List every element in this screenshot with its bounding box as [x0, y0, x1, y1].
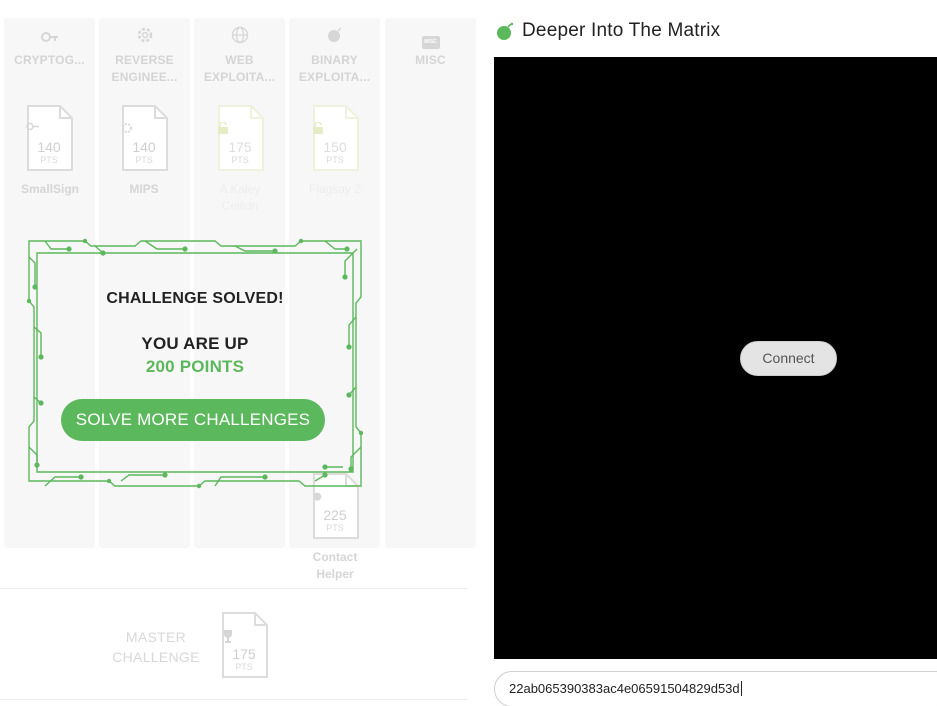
challenge-card[interactable]: 140 PTS: [118, 104, 170, 182]
challenge-header: Deeper Into The Matrix: [496, 18, 720, 44]
category-name: MISC: [415, 53, 446, 67]
category-column-misc[interactable]: MISC MISC: [385, 18, 476, 548]
challenge-name[interactable]: Flagsay 2: [287, 181, 383, 198]
challenge-points: 150: [323, 139, 347, 155]
bomb-icon: [497, 22, 514, 40]
challenge-points: 140: [132, 139, 156, 155]
misc-badge-icon: MISC: [385, 26, 476, 52]
challenge-points-unit: PTS: [326, 523, 344, 533]
challenge-name[interactable]: MIPS: [96, 181, 192, 198]
challenge-card[interactable]: 175 PTS: [214, 104, 266, 182]
challenge-solved-modal: CHALLENGE SOLVED! YOU ARE UP 200 POINTS …: [25, 237, 365, 490]
challenge-points-unit: PTS: [235, 662, 253, 672]
challenge-name[interactable]: SmallSign: [2, 181, 98, 198]
master-challenge-label: MASTER CHALLENGE: [112, 629, 200, 665]
modal-title: CHALLENGE SOLVED!: [106, 290, 284, 307]
challenge-name[interactable]: Contact Helper: [287, 549, 383, 583]
challenge-name[interactable]: A Kaley Ceilidh: [192, 181, 288, 215]
globe-icon: [194, 26, 285, 52]
flag-input[interactable]: 22ab065390383ac4e06591504829d53d: [494, 671, 937, 706]
solve-more-challenges-button[interactable]: SOLVE MORE CHALLENGES: [61, 399, 325, 441]
connect-button[interactable]: Connect: [740, 341, 837, 376]
challenge-points-unit: PTS: [231, 155, 249, 165]
challenge-points-unit: PTS: [135, 155, 153, 165]
text-caret: [740, 681, 742, 696]
category-name: BINARY EXPLOITA...: [298, 53, 371, 84]
challenge-card[interactable]: 150 PTS: [309, 104, 361, 182]
challenge-title: Deeper Into The Matrix: [522, 20, 721, 41]
modal-subtitle: YOU ARE UP: [141, 334, 249, 353]
category-name: CRYPTOG...: [14, 53, 85, 67]
challenge-points: 175: [232, 646, 256, 662]
category-name: WEB EXPLOITA...: [203, 53, 276, 84]
challenge-points-unit: PTS: [326, 155, 344, 165]
challenge-card[interactable]: 140 PTS: [23, 104, 75, 182]
challenge-points: 225: [323, 507, 347, 523]
bomb-icon: [289, 26, 380, 52]
modal-points: 200 POINTS: [145, 357, 245, 376]
master-challenge[interactable]: MASTER CHALLENGE 175 PTS: [0, 588, 468, 700]
gear-icon: [99, 26, 190, 52]
challenge-points: 140: [37, 139, 61, 155]
terminal-window[interactable]: Connect: [494, 57, 937, 659]
challenge-points: 175: [228, 139, 252, 155]
key-icon: [4, 26, 95, 52]
category-name: REVERSE ENGINEE...: [111, 53, 178, 84]
flag-input-value: 22ab065390383ac4e06591504829d53d: [509, 681, 740, 696]
master-challenge-card[interactable]: 175 PTS: [218, 611, 270, 689]
challenge-points-unit: PTS: [40, 155, 58, 165]
